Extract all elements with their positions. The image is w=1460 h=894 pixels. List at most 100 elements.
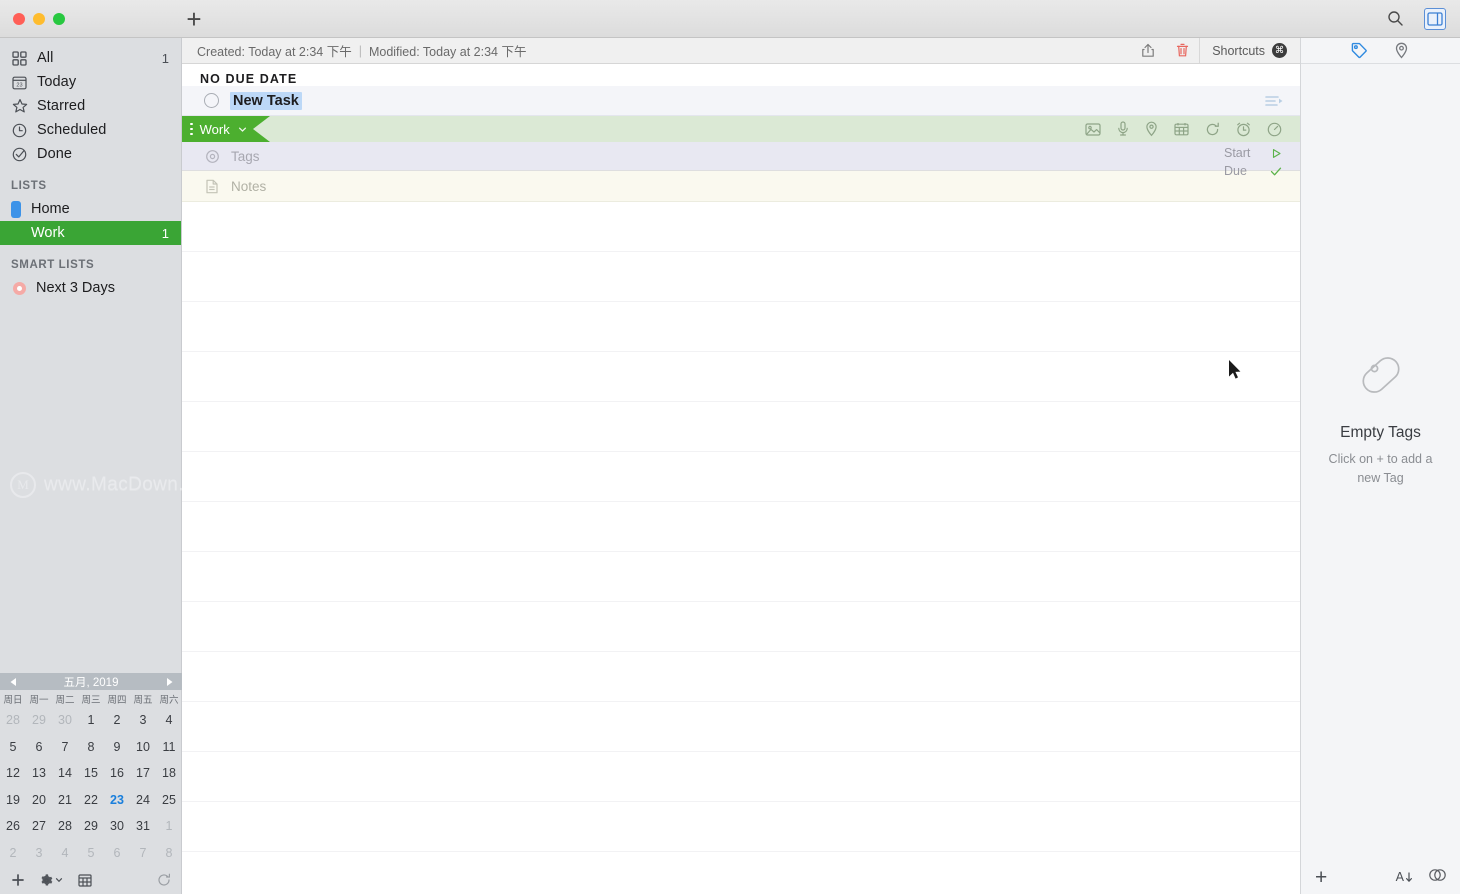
empty-task-slot[interactable] — [182, 402, 1300, 452]
calendar-day[interactable]: 22 — [78, 787, 104, 814]
calendar-day[interactable]: 4 — [52, 840, 78, 867]
calendar-day[interactable]: 30 — [52, 707, 78, 734]
priority-gauge-icon[interactable] — [1267, 122, 1282, 137]
sidebar-item-done[interactable]: Done — [0, 142, 181, 166]
alarm-clock-icon[interactable] — [1236, 122, 1251, 137]
empty-task-slot[interactable] — [182, 552, 1300, 602]
calendar-day[interactable]: 7 — [130, 840, 156, 867]
refresh-icon[interactable] — [157, 873, 171, 887]
empty-task-slot[interactable] — [182, 802, 1300, 852]
sidebar-list-home[interactable]: Home — [0, 197, 181, 221]
calendar-day[interactable]: 31 — [130, 813, 156, 840]
calendar-day[interactable]: 6 — [104, 840, 130, 867]
image-icon[interactable] — [1085, 122, 1101, 137]
calendar-day[interactable]: 11 — [156, 734, 182, 761]
calendar-day[interactable]: 19 — [0, 787, 26, 814]
empty-task-slot[interactable] — [182, 602, 1300, 652]
calendar-day[interactable]: 29 — [78, 813, 104, 840]
plus-icon[interactable] — [11, 873, 25, 887]
sidebar-toggle-icon[interactable] — [1424, 7, 1446, 30]
repeat-icon[interactable] — [1205, 122, 1220, 137]
empty-task-slot[interactable] — [182, 252, 1300, 302]
calendar-day[interactable]: 21 — [52, 787, 78, 814]
sidebar-item-scheduled[interactable]: Scheduled — [0, 118, 181, 142]
calendar-day[interactable]: 1 — [78, 707, 104, 734]
task-tags-row[interactable]: Tags — [182, 142, 1300, 171]
calendar-day[interactable]: 16 — [104, 760, 130, 787]
calendar-day[interactable]: 29 — [26, 707, 52, 734]
calendar-day[interactable]: 25 — [156, 787, 182, 814]
calendar-day[interactable]: 7 — [52, 734, 78, 761]
share-icon[interactable] — [1131, 38, 1165, 63]
task-due-field[interactable]: Due — [1224, 164, 1282, 178]
calendar-day[interactable]: 26 — [0, 813, 26, 840]
maximize-button[interactable] — [53, 12, 65, 25]
trash-icon[interactable] — [1165, 38, 1199, 63]
microphone-icon[interactable] — [1117, 121, 1129, 137]
sidebar-smart-next-3-days[interactable]: Next 3 Days — [0, 276, 181, 300]
search-icon[interactable] — [1384, 8, 1406, 30]
empty-task-slot[interactable] — [182, 202, 1300, 252]
calendar-day[interactable]: 27 — [26, 813, 52, 840]
circle-checkbox-icon[interactable] — [204, 93, 219, 108]
empty-task-slot[interactable] — [182, 702, 1300, 752]
empty-task-slot[interactable] — [182, 752, 1300, 802]
task-notes-row[interactable]: Notes — [182, 171, 1300, 202]
location-pin-icon[interactable] — [1145, 121, 1158, 137]
empty-task-slot[interactable] — [182, 852, 1300, 894]
calendar-day[interactable]: 10 — [130, 734, 156, 761]
tab-tags[interactable] — [1349, 40, 1371, 62]
calendar-day[interactable]: 8 — [78, 734, 104, 761]
calendar-day[interactable]: 20 — [26, 787, 52, 814]
subtask-list-icon[interactable] — [1265, 94, 1283, 108]
tab-locations[interactable] — [1391, 40, 1413, 62]
chevron-down-icon[interactable] — [238, 122, 247, 137]
gear-icon[interactable] — [40, 873, 63, 887]
calendar-day[interactable]: 1 — [156, 813, 182, 840]
sidebar-item-today[interactable]: 23 Today — [0, 70, 181, 94]
calendar-icon[interactable] — [1174, 122, 1189, 136]
calendar-day[interactable]: 14 — [52, 760, 78, 787]
calendar-day[interactable]: 23 — [104, 787, 130, 814]
calendar-day[interactable]: 13 — [26, 760, 52, 787]
calendar-day[interactable]: 5 — [0, 734, 26, 761]
calendar-days-grid[interactable]: 28 29 30 1 2 3 4 5 6 7 8 9 10 11 12 13 14 15 16 17 18 19 20 21 2… — [0, 707, 182, 866]
calendar-day[interactable]: 2 — [0, 840, 26, 867]
calendar-day[interactable]: 9 — [104, 734, 130, 761]
calendar-day[interactable]: 12 — [0, 760, 26, 787]
empty-task-slot[interactable] — [182, 452, 1300, 502]
empty-task-slot[interactable] — [182, 352, 1300, 402]
sort-az-icon[interactable]: A — [1396, 870, 1413, 884]
chevron-right-icon[interactable] — [162, 675, 176, 689]
add-task-button[interactable]: + — [180, 5, 208, 33]
sidebar-item-starred[interactable]: Starred — [0, 94, 181, 118]
close-button[interactable] — [13, 12, 25, 25]
minimize-button[interactable] — [33, 12, 45, 25]
calendar-day[interactable]: 18 — [156, 760, 182, 787]
sidebar-item-all[interactable]: All 1 — [0, 46, 181, 70]
shortcuts-button[interactable]: Shortcuts ⌘ — [1199, 38, 1300, 63]
sidebar-list-work[interactable]: Work 1 — [0, 221, 181, 245]
calendar-day[interactable]: 28 — [0, 707, 26, 734]
eye-icon[interactable] — [1429, 868, 1446, 886]
calendar-day[interactable]: 4 — [156, 707, 182, 734]
drag-dots-icon[interactable] — [190, 122, 193, 136]
calendar-day[interactable]: 8 — [156, 840, 182, 867]
empty-task-slot[interactable] — [182, 302, 1300, 352]
task-list-pennant[interactable]: Work — [182, 116, 270, 142]
calendar-day[interactable]: 3 — [130, 707, 156, 734]
calendar-day[interactable]: 15 — [78, 760, 104, 787]
task-start-field[interactable]: Start — [1224, 146, 1282, 160]
calendar-day[interactable]: 2 — [104, 707, 130, 734]
calendar-day[interactable]: 5 — [78, 840, 104, 867]
empty-task-slot[interactable] — [182, 502, 1300, 552]
plus-icon[interactable]: + — [1315, 867, 1327, 888]
calendar-day[interactable]: 30 — [104, 813, 130, 840]
chevron-left-icon[interactable] — [6, 675, 20, 689]
calendar-day[interactable]: 3 — [26, 840, 52, 867]
calendar-view-icon[interactable] — [78, 873, 92, 887]
task-row[interactable]: New Task — [182, 86, 1300, 116]
empty-task-slot[interactable] — [182, 652, 1300, 702]
calendar-day[interactable]: 28 — [52, 813, 78, 840]
calendar-day[interactable]: 6 — [26, 734, 52, 761]
